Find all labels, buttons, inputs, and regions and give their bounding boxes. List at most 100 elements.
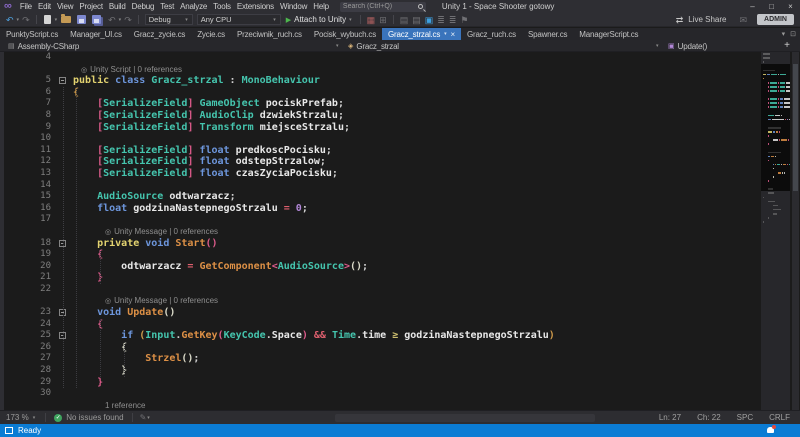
platform-select[interactable]: Any CPU ▾ bbox=[197, 14, 281, 25]
line-number: 26 bbox=[0, 342, 52, 354]
background-tasks-icon[interactable] bbox=[5, 427, 13, 434]
menu-item-tools[interactable]: Tools bbox=[210, 0, 234, 13]
tab-close-icon[interactable]: × bbox=[450, 30, 454, 39]
undo-dropdown-icon[interactable]: ▾ bbox=[119, 17, 122, 23]
outdent-icon[interactable]: ≣ bbox=[447, 13, 459, 27]
notification-bell-icon[interactable] bbox=[767, 427, 774, 433]
attach-label: Attach to Unity bbox=[294, 15, 346, 24]
navigate-back-icon[interactable]: ↶ bbox=[4, 13, 16, 27]
line-number: 19 bbox=[0, 249, 52, 261]
menu-item-edit[interactable]: Edit bbox=[35, 0, 54, 13]
open-folder-icon[interactable] bbox=[61, 16, 71, 23]
horizontal-scrollbar-thumb[interactable] bbox=[335, 414, 595, 422]
tab-manager_ui-cs[interactable]: Manager_UI.cs bbox=[64, 28, 128, 40]
menu-item-build[interactable]: Build bbox=[106, 0, 129, 13]
status-bar: Ready bbox=[0, 424, 800, 437]
vertical-scrollbar-thumb[interactable] bbox=[793, 64, 798, 191]
codelens-line[interactable]: 1 reference bbox=[0, 400, 760, 410]
code-line-21: 21 } bbox=[0, 272, 760, 284]
navigate-forward-icon[interactable]: ↷ bbox=[20, 13, 32, 27]
line-indicator: Ln: 27 bbox=[659, 413, 681, 422]
comment-icon[interactable]: ▤ bbox=[398, 13, 411, 27]
active-files-dropdown-icon[interactable]: ▾ bbox=[782, 30, 786, 38]
code-text: [SerializeField] GameObject pociskPrefab… bbox=[73, 98, 344, 109]
codelens-provider-icon: ◎ bbox=[105, 298, 111, 305]
breadcrumb-project[interactable]: ▤ Assembly-CSharp bbox=[8, 40, 79, 52]
split-window-icon[interactable]: + bbox=[784, 40, 790, 52]
uncomment-icon[interactable]: ▤ bbox=[410, 13, 423, 27]
close-button[interactable]: × bbox=[781, 0, 800, 13]
codelens-text[interactable]: Unity Message | 0 references bbox=[114, 227, 218, 236]
minimap-viewport[interactable] bbox=[761, 64, 790, 191]
codelens-line[interactable]: ◎Unity Message | 0 references bbox=[0, 295, 760, 307]
codelens-line[interactable]: ◎Unity Message | 0 references bbox=[0, 226, 760, 238]
user-account-button[interactable]: ADMIN bbox=[757, 14, 794, 25]
indent-guide bbox=[124, 342, 125, 377]
spaces-indicator[interactable]: SPC bbox=[737, 413, 753, 422]
tab-przeciwnik_ruch-cs[interactable]: Przeciwnik_ruch.cs bbox=[231, 28, 308, 40]
maximize-button[interactable]: □ bbox=[762, 0, 781, 13]
tab-pocisk_wybuch-cs[interactable]: Pocisk_wybuch.cs bbox=[308, 28, 382, 40]
minimize-button[interactable]: – bbox=[743, 0, 762, 13]
breadcrumb-member[interactable]: ▣ Update() bbox=[668, 40, 707, 52]
configuration-select[interactable]: Debug ▾ bbox=[145, 14, 193, 25]
tab-gracz_strzal-cs[interactable]: Gracz_strzal.cs▾× bbox=[382, 28, 461, 40]
menu-item-extensions[interactable]: Extensions bbox=[234, 0, 277, 13]
feedback-icon[interactable]: ✉ bbox=[738, 13, 750, 27]
menu-item-file[interactable]: File bbox=[17, 0, 35, 13]
attach-to-unity-button[interactable]: ▶ Attach to Unity ▾ bbox=[286, 15, 353, 24]
code-lines[interactable]: 4◎Unity Script | 0 references5public cla… bbox=[0, 52, 760, 410]
tab-spawner-cs[interactable]: Spawner.cs bbox=[522, 28, 573, 40]
code-line-4: 4 bbox=[0, 52, 760, 64]
editor-mini-tools[interactable]: ✎ ▾ bbox=[136, 413, 155, 422]
tab-gracz_ruch-cs[interactable]: Gracz_ruch.cs bbox=[461, 28, 522, 40]
undo-icon[interactable]: ↶ bbox=[106, 13, 118, 27]
breakpoint-grid-icon[interactable]: ▦ bbox=[365, 13, 378, 27]
menu-item-debug[interactable]: Debug bbox=[129, 0, 158, 13]
live-share-button[interactable]: Live Share bbox=[688, 15, 726, 24]
flag-icon[interactable]: ⚑ bbox=[458, 13, 470, 27]
save-icon[interactable] bbox=[77, 15, 86, 24]
menu-item-test[interactable]: Test bbox=[157, 0, 177, 13]
vertical-scrollbar[interactable] bbox=[792, 52, 799, 410]
tab-zycie-cs[interactable]: Zycie.cs bbox=[191, 28, 231, 40]
float-window-icon[interactable]: ⊡ bbox=[790, 30, 796, 38]
fold-box-icon[interactable] bbox=[59, 77, 66, 84]
save-all-icon[interactable] bbox=[92, 15, 101, 24]
type-dropdown-icon[interactable]: ▾ bbox=[656, 43, 659, 49]
document-health-indicator[interactable]: ✓ No issues found bbox=[49, 413, 128, 422]
horizontal-scrollbar[interactable] bbox=[155, 411, 643, 425]
zoom-select[interactable]: 173 % ▾ bbox=[0, 413, 42, 422]
bookmark-icon[interactable]: ▣ bbox=[423, 13, 436, 27]
redo-icon[interactable]: ↷ bbox=[122, 13, 134, 27]
tab-pin-icon[interactable]: ▾ bbox=[444, 31, 446, 37]
codelens-text[interactable]: 1 reference bbox=[105, 401, 145, 410]
project-dropdown-icon[interactable]: ▾ bbox=[336, 43, 339, 49]
back-dropdown-icon[interactable]: ▾ bbox=[17, 17, 20, 23]
new-file-dropdown-icon[interactable]: ▾ bbox=[55, 17, 58, 23]
menu-item-analyze[interactable]: Analyze bbox=[177, 0, 210, 13]
codelens-text[interactable]: Unity Script | 0 references bbox=[90, 65, 182, 74]
codelens-text[interactable]: Unity Message | 0 references bbox=[114, 296, 218, 305]
menu-item-window[interactable]: Window bbox=[277, 0, 310, 13]
codelens-line[interactable]: ◎Unity Script | 0 references bbox=[0, 64, 760, 76]
indent-icon[interactable]: ≣ bbox=[435, 13, 447, 27]
menu-item-help[interactable]: Help bbox=[310, 0, 332, 13]
project-icon: ▤ bbox=[8, 42, 15, 50]
editor[interactable]: 4◎Unity Script | 0 references5public cla… bbox=[0, 52, 800, 410]
tab-gracz_zycie-cs[interactable]: Gracz_zycie.cs bbox=[128, 28, 191, 40]
line-ending-indicator[interactable]: CRLF bbox=[769, 413, 790, 422]
tab-managerscript-cs[interactable]: ManagerScript.cs bbox=[573, 28, 644, 40]
menu-item-project[interactable]: Project bbox=[76, 0, 106, 13]
minimap[interactable] bbox=[761, 52, 790, 410]
tab-punktyscript-cs[interactable]: PunktyScript.cs bbox=[0, 28, 64, 40]
code-line-5: 5public class Gracz_strzal : MonoBehavio… bbox=[0, 75, 760, 87]
new-file-icon[interactable] bbox=[44, 15, 51, 24]
code-line-20: 20 odtwarzacz = GetComponent<AudioSource… bbox=[0, 261, 760, 273]
code-line-17: 17 bbox=[0, 214, 760, 226]
grid-icon[interactable]: ⊞ bbox=[377, 13, 389, 27]
menu-item-view[interactable]: View bbox=[54, 0, 76, 13]
tab-label: Pocisk_wybuch.cs bbox=[314, 30, 376, 39]
search-box[interactable]: Search (Ctrl+Q) bbox=[340, 2, 426, 12]
breadcrumb-type[interactable]: ◈ Gracz_strzal bbox=[348, 40, 399, 52]
